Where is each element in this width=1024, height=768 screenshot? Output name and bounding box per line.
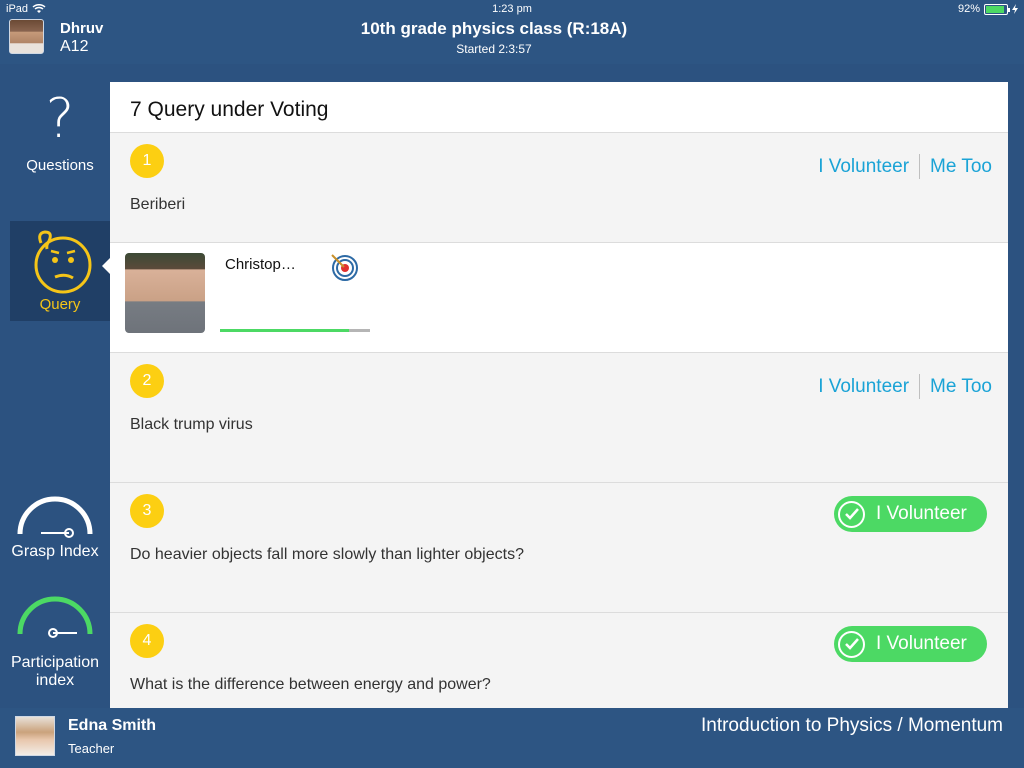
volunteer-name: Christop… (225, 256, 296, 273)
sidebar-item-label: index (35, 672, 75, 689)
volunteer-button[interactable]: I Volunteer (818, 376, 909, 398)
query-row: 4 I Volunteer What is the difference bet… (110, 612, 1008, 708)
sidebar-item-label: Participation (10, 654, 100, 671)
confused-face-icon (34, 230, 92, 294)
page-title: 7 Query under Voting (130, 98, 329, 121)
query-text: Do heavier objects fall more slowly than… (130, 546, 524, 563)
sidebar-item-questions[interactable]: ? Questions (10, 89, 110, 189)
query-number-badge: 2 (130, 364, 164, 398)
me-too-button[interactable]: Me Too (930, 376, 992, 398)
query-number-badge: 4 (130, 624, 164, 658)
query-number-badge: 1 (130, 144, 164, 178)
query-panel: 7 Query under Voting 1 I Volunteer Me To… (110, 82, 1008, 708)
charging-icon (1012, 4, 1018, 14)
status-right: 92% (958, 3, 1018, 15)
teacher-role: Teacher (68, 741, 115, 756)
sidebar-item-label: Questions (26, 157, 94, 174)
sidebar-item-label: Grasp Index (11, 543, 99, 560)
volunteered-button[interactable]: I Volunteer (834, 626, 987, 662)
divider (919, 374, 921, 399)
volunteer-button[interactable]: I Volunteer (818, 156, 909, 178)
query-text: Beriberi (130, 196, 186, 213)
query-actions: I Volunteer Me Too (818, 154, 992, 179)
grasp-gauge-icon (17, 496, 93, 538)
teacher-avatar (15, 716, 55, 756)
volunteer-row[interactable]: Christop… (110, 242, 1008, 352)
sidebar-item-grasp-index[interactable]: Grasp Index (0, 494, 110, 561)
top-header: iPad 1:23 pm 92% Dhruv A12 10th grade ph… (0, 0, 1024, 64)
class-started-time: Started 2:3:57 (456, 42, 532, 56)
volunteered-label: I Volunteer (876, 503, 967, 524)
progress-fill (220, 329, 349, 332)
divider (919, 154, 921, 179)
check-icon (838, 500, 865, 528)
target-icon (331, 254, 358, 281)
query-number-badge: 3 (130, 494, 164, 528)
sidebar-item-participation-index[interactable]: Participation index (0, 594, 110, 690)
class-title: 10th grade physics class (R:18A) (360, 19, 628, 38)
query-text: What is the difference between energy an… (130, 676, 491, 693)
sidebar-item-query[interactable]: Query (10, 221, 111, 321)
teacher-name: Edna Smith (68, 717, 157, 734)
check-icon (838, 630, 865, 658)
query-text: Black trump virus (130, 416, 253, 433)
volunteer-progress-bar (220, 329, 370, 332)
question-mark-icon: ? (45, 87, 75, 150)
query-row: 3 I Volunteer Do heavier objects fall mo… (110, 482, 1008, 612)
sidebar: ? Questions Query Grasp Index Participat… (0, 64, 111, 708)
query-row: 1 I Volunteer Me Too Beriberi (110, 132, 1008, 242)
volunteered-button[interactable]: I Volunteer (834, 496, 987, 532)
query-actions: I Volunteer Me Too (818, 374, 992, 399)
volunteered-label: I Volunteer (876, 633, 967, 654)
bottom-footer: Edna Smith Teacher Introduction to Physi… (0, 708, 1024, 768)
sidebar-item-label: Query (39, 296, 81, 313)
breadcrumb: Introduction to Physics / Momentum (700, 715, 1003, 736)
participation-gauge-icon (17, 596, 93, 638)
battery-icon (984, 3, 1010, 15)
status-time: 1:23 pm (492, 3, 532, 15)
query-row: 2 I Volunteer Me Too Black trump virus (110, 352, 1008, 482)
volunteer-photo (125, 253, 205, 333)
me-too-button[interactable]: Me Too (930, 156, 992, 178)
battery-percent: 92% (957, 3, 980, 15)
